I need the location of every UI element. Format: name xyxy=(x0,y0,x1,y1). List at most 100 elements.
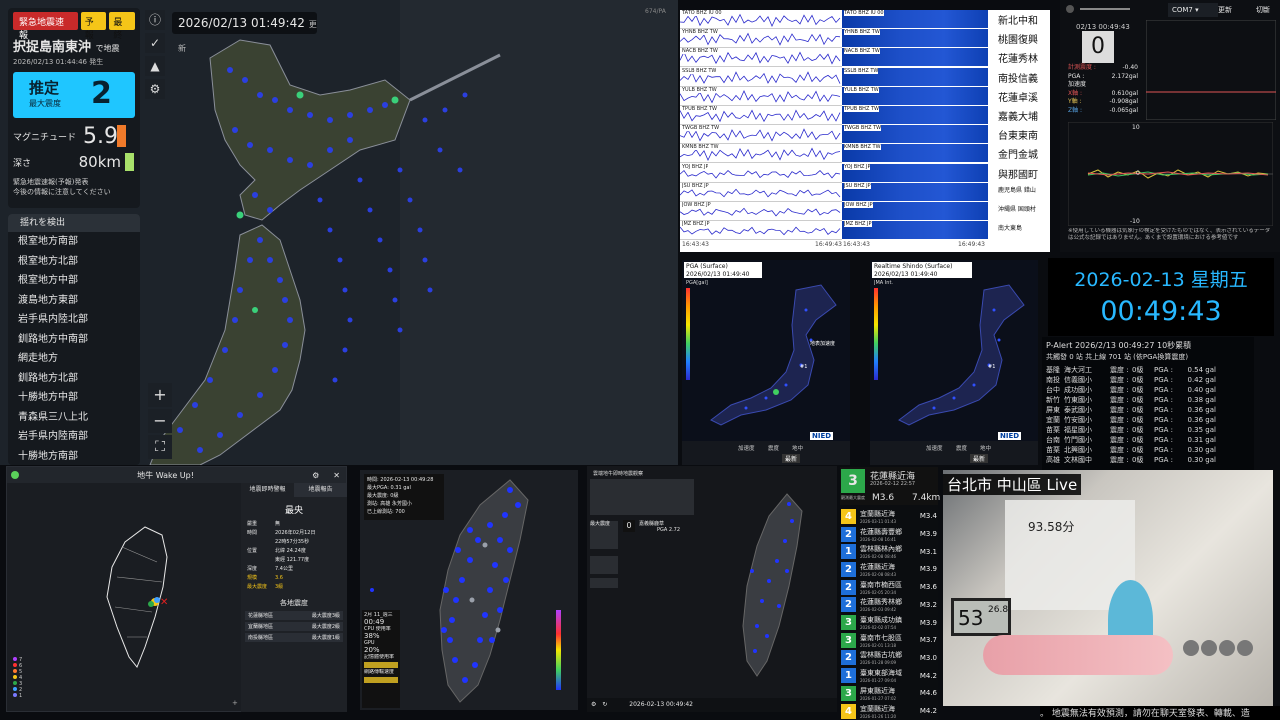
station-name: 南投信義 xyxy=(998,73,1038,85)
palert-pga: 0.36 gal xyxy=(1187,406,1217,414)
shake-list-item[interactable]: 渡島地方東部 xyxy=(8,291,140,311)
eew-region-suffix: で地震 xyxy=(95,44,120,53)
shake-list-item[interactable]: 釧路地方北部 xyxy=(8,369,140,389)
shindo-marker: #1 xyxy=(988,364,996,370)
wakeup-close-icon[interactable]: ✕ xyxy=(333,471,340,480)
quake-date: 2026-01-28 09:09 xyxy=(860,660,897,666)
zoom-in-button[interactable]: + xyxy=(148,383,172,407)
wakeup-settings-icon[interactable]: ⚙ xyxy=(312,471,319,480)
pga-radio-2[interactable]: 震度 xyxy=(768,444,779,452)
shake-list-item[interactable]: 根室地方中部 xyxy=(8,271,140,291)
quake-mag: M3.0 xyxy=(919,653,937,662)
eew-intensity-sub: 最大震度 xyxy=(29,99,61,108)
quake-row[interactable]: 3 臺南市七股區 2026-02-01 13:18 M3.7 xyxy=(840,631,938,650)
quake-row[interactable]: 1 臺東東部海域 2026-01-27 09:04 M4.2 xyxy=(840,666,938,685)
gear-icon[interactable]: ⚙ xyxy=(145,79,165,99)
quake-date: 2026-02-03 09:42 xyxy=(860,607,897,613)
spec-time-start: 16:43:43 xyxy=(843,241,870,248)
palert-station: 竹東國小 xyxy=(1064,396,1092,404)
eew-badge: 緊急地震速報 xyxy=(13,12,78,41)
palert-pga-label: PGA : xyxy=(1154,366,1174,374)
map-datetime: 2026/02/13 01:49:42 xyxy=(178,16,305,30)
shake-list-item[interactable]: 網走地方 xyxy=(8,349,140,369)
pga-radio-3[interactable]: 地中 xyxy=(792,444,803,452)
map-toolbar: ⓘ ✓ ▲ ⚙ xyxy=(145,10,165,99)
wakeup-plus[interactable]: + xyxy=(232,699,238,707)
palert-int: 0級 xyxy=(1132,366,1144,374)
eew-mag-row: マグニチュード 5.9 xyxy=(13,124,135,149)
pga-legend: 地表加速度 xyxy=(810,341,836,347)
quake-row[interactable]: 4 宜蘭縣近海 2026-01-26 11:20 M4.2 xyxy=(840,702,938,720)
quake-row[interactable]: 2 雲林縣古坑鄉 2026-01-28 09:09 M3.0 xyxy=(840,649,938,668)
wave-time-start: 16:43:43 xyxy=(682,241,709,248)
palert-int-label: 震度 : xyxy=(1110,406,1129,414)
slider-track[interactable] xyxy=(1080,8,1130,10)
waveform-trace: YULB BHZ TW xyxy=(680,86,843,106)
palert-station: 海大河工 xyxy=(1064,366,1092,374)
port-select[interactable]: COM7 ▾ xyxy=(1168,3,1218,17)
pulse-icon[interactable]: ✓ xyxy=(145,33,165,53)
calc-value: -0.40 xyxy=(1122,64,1138,71)
shake-list-item[interactable]: 青森県三八上北 xyxy=(8,408,140,428)
quake-row[interactable]: 2 花蓮縣秀林鄉 2026-02-03 09:42 M3.2 xyxy=(840,596,938,615)
zoom-out-button[interactable]: − xyxy=(148,409,172,433)
shake-list-item[interactable]: 釧路地方中南部 xyxy=(8,330,140,350)
quake-row[interactable]: 2 花蓮縣壽豐鄉 2026-02-08 16:41 M3.9 xyxy=(840,525,938,544)
tw2-refresh-icon[interactable]: ↻ xyxy=(602,701,607,708)
update-button[interactable]: 更新 xyxy=(1218,5,1232,15)
ticker-bar: 。 地震無法有效預測，請勿在聊天室發表、轉載、造 xyxy=(1040,706,1280,720)
quake-row[interactable]: 3 屏東縣近海 2026-01-27 07:02 M4.6 xyxy=(840,684,938,703)
clock-panel: 2026-02-13 星期五 00:49:43 xyxy=(1048,258,1274,336)
shindo-radio-3[interactable]: 地中 xyxy=(980,444,991,452)
io-disclaimer: ※使用している機器は気象庁の検定を受けたものではなく、表示されているデータは公式… xyxy=(1068,228,1271,241)
pga-date: 2026/02/13 01:49:40 xyxy=(686,270,750,278)
quake-date: 2026-02-01 13:18 xyxy=(860,642,897,648)
wakeup-tab-realtime[interactable]: 地震即時警報 xyxy=(241,483,294,497)
accel-waveform xyxy=(1068,122,1273,226)
fullscreen-button[interactable]: ⛶ xyxy=(148,435,172,459)
shake-list-item[interactable]: 根室地方北部 xyxy=(8,252,140,272)
quake-row[interactable]: 3 臺東縣成功鎮 2026-02-02 07:54 M3.9 xyxy=(840,613,938,632)
shindo-radio-2[interactable]: 震度 xyxy=(956,444,967,452)
report-field: 規模 3.6 xyxy=(247,574,341,583)
quake-loc: 雲林縣林內鄉 xyxy=(860,545,902,554)
shake-list-item[interactable]: 岩手県内陸北部 xyxy=(8,310,140,330)
shake-list-item[interactable]: 岩手県内陸南部 xyxy=(8,427,140,447)
warning-icon[interactable]: ▲ xyxy=(145,56,165,76)
wakeup-tab-report[interactable]: 地震報告 xyxy=(294,483,347,497)
palert-row: 台中 成功國小 震度 :0級 PGA : 0.40 gal xyxy=(1046,385,1254,395)
shindo-latest-button[interactable]: 最新 xyxy=(970,454,989,463)
tw2-int-value: 0 xyxy=(623,520,635,532)
waveform-trace: TPUB BHZ TW xyxy=(680,106,843,125)
shake-list-item[interactable]: 十勝地方南部 xyxy=(8,447,140,466)
calc-label: 計測震度 : xyxy=(1068,64,1096,71)
wakeup-legend: 7654321 xyxy=(13,657,22,699)
channel-label: JOW BHZ JP xyxy=(682,202,711,208)
shindo-date: 2026/02/13 01:49:40 xyxy=(874,270,938,278)
quake-row[interactable]: 1 雲林縣林內鄉 2026-02-08 08:46 M3.1 xyxy=(840,542,938,561)
spectrogram-label: YHNB BHZ TW xyxy=(844,29,880,36)
newtons-cradle xyxy=(1183,640,1273,660)
quake-latest[interactable]: 3 花蓮縣近海 2026-02-12 22:57 M3.6 7.4km 觀測最大… xyxy=(840,467,940,505)
pga-latest-button[interactable]: 最新 xyxy=(782,454,801,463)
report-field: 東經 121.77度 xyxy=(247,556,341,565)
pga-radio-1[interactable]: 加速度 xyxy=(738,444,755,452)
palert-int-label: 震度 : xyxy=(1110,436,1129,444)
shindo-radio-1[interactable]: 加速度 xyxy=(926,444,943,452)
quake-row[interactable]: 4 宜蘭縣近海 2026-03-11 01:43 M3.4 xyxy=(840,507,938,526)
shake-list-item[interactable]: 根室地方南部 xyxy=(8,232,140,252)
info-icon[interactable]: ⓘ xyxy=(145,10,165,30)
tw1-cpu-label: CPU 使用率 xyxy=(364,626,391,632)
y-label: Y軸 : xyxy=(1068,98,1082,106)
shake-list-item[interactable]: 十勝地方中部 xyxy=(8,388,140,408)
tw2-settings-icon[interactable]: ⚙ xyxy=(591,701,596,708)
pga-color-scale xyxy=(686,288,690,380)
pga-value: 2.172gal xyxy=(1111,72,1138,80)
quake-row[interactable]: 2 臺南市楠西區 2026-02-05 20:34 M3.6 xyxy=(840,578,938,597)
palert-region: 台中 xyxy=(1046,386,1060,394)
quake-row[interactable]: 2 花蓮縣近海 2026-02-08 08:43 M3.9 xyxy=(840,560,938,579)
channel-label: SSLB BHZ TW xyxy=(682,67,717,74)
quake-date: 2026-02-08 08:43 xyxy=(860,571,897,577)
switch-button[interactable]: 切斷 xyxy=(1256,5,1270,15)
spec-time-end: 16:49:43 xyxy=(958,241,985,248)
